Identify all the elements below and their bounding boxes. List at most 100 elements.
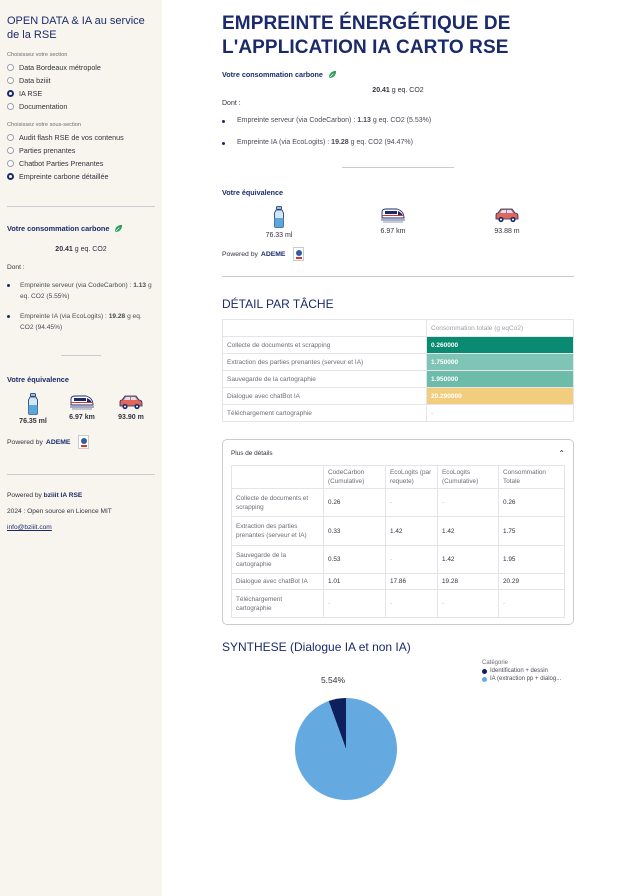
- radio-selected-icon[interactable]: [7, 173, 14, 180]
- subsection-option-label: Empreinte carbone détaillée: [19, 172, 109, 181]
- table-row: Extraction des parties prenantes (serveu…: [222, 353, 574, 371]
- table-row: Sauvegarde de la cartographie 0.53 - 1.4…: [231, 545, 565, 574]
- equivalence-car-value: 93.88 m: [494, 228, 520, 235]
- section-option-label: Data Bordeaux métropole: [19, 63, 101, 72]
- consumption-title: Votre consommation carbone: [7, 224, 110, 233]
- ademe-label: ADEME: [45, 438, 71, 446]
- task-value: -: [426, 404, 574, 422]
- section-option-label: IA RSE: [19, 89, 43, 98]
- table-cell: 0.53: [323, 545, 386, 574]
- consumption-total: 20.41 g eq. CO2: [222, 87, 574, 94]
- consumption-value: 20.41: [372, 87, 390, 94]
- radio-icon[interactable]: [7, 103, 14, 110]
- radio-icon[interactable]: [7, 77, 14, 84]
- powered-by-label: Powered by: [7, 438, 43, 446]
- divider: [222, 276, 574, 277]
- task-value: 1.750000: [426, 353, 574, 371]
- sidebar-title: OPEN DATA & IA au service de la RSE: [7, 15, 145, 41]
- table-cell: -: [385, 488, 438, 517]
- radio-icon[interactable]: [7, 147, 14, 154]
- equivalence-water-value: 76.35 ml: [19, 418, 47, 425]
- equivalence-water-value: 76.33 ml: [265, 232, 293, 239]
- car-icon: [495, 208, 519, 223]
- equivalence-water: 76.33 ml: [249, 205, 309, 239]
- ia-footprint-item: Empreinte IA (via EcoLogits) : 19.28 g e…: [7, 311, 155, 333]
- table-header: [231, 465, 324, 489]
- server-footprint-item: Empreinte serveur (via CodeCarbon) : 1.1…: [7, 280, 155, 302]
- ia-footprint-label: Empreinte IA (via EcoLogits) :: [237, 139, 330, 146]
- table-row: Dialogue avec chatBot IA 20.290000: [222, 387, 574, 405]
- short-divider: [342, 167, 454, 168]
- table-cell: 1.95: [498, 545, 565, 574]
- section-option-bziiit[interactable]: Data bziiit: [7, 74, 155, 87]
- details-toggle[interactable]: Plus de détails ⌃: [231, 448, 565, 458]
- subsection-option-label: Chatbot Parties Prenantes: [19, 159, 104, 168]
- consumption-heading: Votre consommation carbone: [222, 70, 574, 79]
- powered-by: Powered by ADEME: [7, 435, 155, 449]
- equivalence-train-value: 6.97 km: [380, 228, 406, 235]
- table-cell: 19.28: [437, 573, 499, 590]
- ia-footprint-text: Empreinte IA (via EcoLogits) : 19.28 g e…: [237, 139, 413, 146]
- task-section-title: DÉTAIL PAR TÂCHE: [222, 297, 334, 311]
- synthese-title: SYNTHESE (Dialogue IA et non IA): [222, 640, 411, 654]
- table-header: CodeCarbon (Cumulative): [323, 465, 386, 489]
- sidebar: OPEN DATA & IA au service de la RSE Choi…: [0, 0, 162, 896]
- equivalence-row: 76.33 ml 6.97 km 93.88 m: [222, 205, 574, 239]
- pie-slice-label: 5.54%: [321, 675, 346, 685]
- table-header-row: Consommation totale (g eqCo2): [222, 319, 574, 337]
- section-option-label: Data bziiit: [19, 76, 51, 85]
- table-header-total: Consommation totale (g eqCo2): [426, 319, 574, 337]
- subsection-option-empreinte[interactable]: Empreinte carbone détaillée: [7, 170, 155, 183]
- subsection-option-parties[interactable]: Parties prenantes: [7, 144, 155, 157]
- legend-label: Identification + dessin: [490, 668, 548, 674]
- table-cell: Téléchargement cartographie: [231, 589, 324, 618]
- consumption-value: 20.41: [55, 246, 73, 253]
- task-name: Dialogue avec chatBot IA: [222, 387, 427, 405]
- equivalence-car: 93.88 m: [477, 205, 537, 239]
- server-footprint-text: Empreinte serveur (via CodeCarbon) : 1.1…: [20, 280, 155, 302]
- radio-icon[interactable]: [7, 160, 14, 167]
- table-cell: -: [437, 488, 499, 517]
- radio-selected-icon[interactable]: [7, 90, 14, 97]
- task-name: Collecte de documents et scrapping: [222, 336, 427, 354]
- footer-license: 2024 : Open source en Licence MIT: [7, 508, 112, 515]
- car-icon: [119, 395, 143, 410]
- ademe-logo-icon: [78, 435, 90, 449]
- radio-icon[interactable]: [7, 64, 14, 71]
- table-cell: -: [437, 589, 499, 618]
- section-option-documentation[interactable]: Documentation: [7, 100, 155, 113]
- table-cell: Collecte de documents et scrapping: [231, 488, 324, 517]
- section-option-ia-rse[interactable]: IA RSE: [7, 87, 155, 100]
- equivalence-row: 76.35 ml 6.97 km 93.90 m: [7, 393, 155, 425]
- divider: [7, 206, 155, 207]
- dont-label: Dont :: [7, 264, 25, 271]
- legend-item[interactable]: IA (extraction pp + dialog...: [482, 676, 561, 682]
- pie-slice[interactable]: [295, 698, 397, 800]
- water-bottle-icon: [28, 393, 38, 415]
- subsection-radio-group: Audit flash RSE de vos contenus Parties …: [7, 131, 155, 183]
- ia-footprint-item: Empreinte IA (via EcoLogits) : 19.28 g e…: [222, 139, 574, 146]
- table-row: Sauvegarde de la cartographie 1.950000: [222, 370, 574, 388]
- divider: [7, 474, 155, 475]
- consumption-title: Votre consommation carbone: [222, 70, 323, 79]
- server-footprint-item: Empreinte serveur (via CodeCarbon) : 1.1…: [222, 117, 574, 124]
- task-name: Extraction des parties prenantes (serveu…: [222, 353, 427, 371]
- footer-brand: bziiit IA RSE: [43, 492, 83, 499]
- table-header: EcoLogits (par requete): [385, 465, 438, 489]
- legend-item[interactable]: Identification + dessin: [482, 668, 561, 674]
- dont-label: Dont :: [222, 100, 241, 107]
- bullet-icon: [7, 284, 10, 287]
- subsection-option-chatbot[interactable]: Chatbot Parties Prenantes: [7, 157, 155, 170]
- legend-swatch: [482, 668, 487, 674]
- footer-email-link[interactable]: info@bziiit.com: [7, 524, 155, 531]
- subsection-option-audit[interactable]: Audit flash RSE de vos contenus: [7, 131, 155, 144]
- table-cell: 0.26: [323, 488, 386, 517]
- section-option-bordeaux[interactable]: Data Bordeaux métropole: [7, 61, 155, 74]
- radio-icon[interactable]: [7, 134, 14, 141]
- chevron-up-icon[interactable]: ⌃: [558, 449, 565, 458]
- table-cell: Sauvegarde de la cartographie: [231, 545, 324, 574]
- table-row: Téléchargement cartographie -: [222, 404, 574, 422]
- task-value: 1.950000: [426, 370, 574, 388]
- section-caption: Choisissez votre section: [7, 52, 68, 58]
- table-row: Extraction des parties prenantes (serveu…: [231, 516, 565, 546]
